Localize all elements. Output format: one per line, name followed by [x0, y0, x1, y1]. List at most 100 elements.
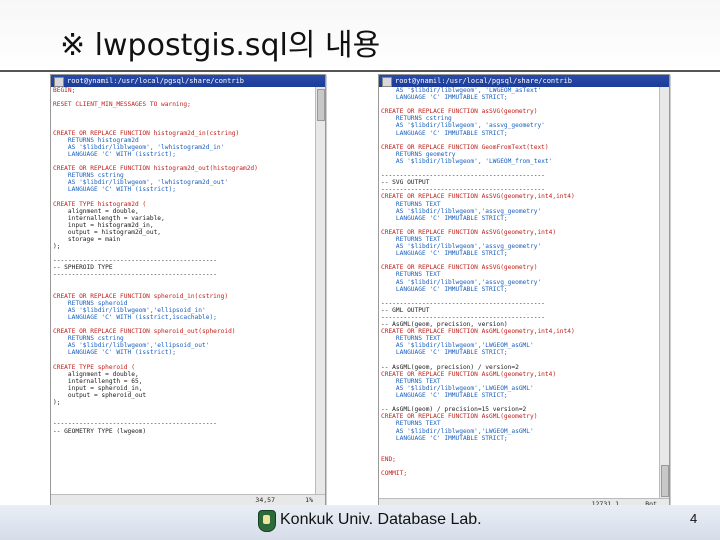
- code-line: RETURNS TEXT: [381, 420, 441, 428]
- slide-header: ※ lwpostgis.sql의 내용: [20, 6, 710, 68]
- code-line: CREATE OR REPLACE FUNCTION GeomFromText(…: [381, 143, 549, 151]
- code-line: CREATE OR REPLACE FUNCTION spheroid_in(c…: [53, 292, 229, 300]
- code-line: RETURNS cstring: [53, 335, 124, 343]
- code-line: ----------------------------------------…: [381, 314, 545, 321]
- code-line: AS '$libdir/liblwgeom', 'assvg_geometry': [381, 122, 545, 130]
- slide-title: ※ lwpostgis.sql의 내용: [60, 28, 381, 63]
- code-line: RETURNS histogram2d: [53, 136, 139, 144]
- code-line: internallength = variable,: [53, 214, 165, 222]
- left-terminal-status: 34,57 1%: [51, 494, 325, 505]
- code-line: LANGUAGE 'C' IMMUTABLE STRICT;: [381, 434, 508, 442]
- code-line: AS '$libdir/liblwgeom','ellipsoid_out': [53, 342, 210, 350]
- cursor-position: 34,57: [255, 496, 275, 504]
- title-divider: [0, 70, 720, 72]
- scroll-percent: 1%: [305, 496, 313, 504]
- code-line: AS '$libdir/liblwgeom', 'LWGEOM_asText': [381, 87, 542, 94]
- code-line: -- SVG OUTPUT: [381, 179, 430, 187]
- code-line: RETURNS TEXT: [381, 235, 441, 243]
- code-line: RETURNS spheroid: [53, 299, 128, 307]
- code-line: LANGUAGE 'C' IMMUTABLE STRICT;: [381, 392, 508, 400]
- right-terminal-title: root@ynamil:/usr/local/pgsql/share/contr…: [395, 77, 573, 85]
- code-line: AS '$libdir/liblwgeom','assvg_geometry': [381, 278, 542, 286]
- scrollbar-thumb[interactable]: [661, 465, 669, 497]
- left-terminal-title: root@ynamil:/usr/local/pgsql/share/contr…: [67, 77, 245, 85]
- code-line: input = spheroid_in,: [53, 384, 143, 392]
- code-line: RETURNS TEXT: [381, 335, 441, 343]
- code-line: RETURNS TEXT: [381, 271, 441, 279]
- code-line: CREATE OR REPLACE FUNCTION AsGML(geometr…: [381, 328, 575, 336]
- left-terminal-content[interactable]: BEGIN; RESET CLIENT_MIN_MESSAGES TO warn…: [51, 87, 316, 495]
- code-line: AS '$libdir/liblwgeom', 'LWGEOM_from_tex…: [381, 157, 553, 165]
- code-line: COMMIT;: [381, 470, 408, 478]
- code-line: CREATE OR REPLACE FUNCTION histogram2d_i…: [53, 129, 240, 137]
- right-terminal-window[interactable]: root@ynamil:/usr/local/pgsql/share/contr…: [378, 74, 670, 510]
- code-line: BEGIN;: [53, 87, 76, 94]
- left-terminal-window[interactable]: root@ynamil:/usr/local/pgsql/share/contr…: [50, 74, 326, 506]
- code-line: LANGUAGE 'C' IMMUTABLE STRICT;: [381, 349, 508, 357]
- code-line: ----------------------------------------…: [381, 299, 545, 307]
- code-line: RETURNS cstring: [53, 172, 124, 180]
- left-terminal-titlebar[interactable]: root@ynamil:/usr/local/pgsql/share/contr…: [51, 75, 325, 87]
- code-line: AS '$libdir/liblwgeom','LWGEOM_asGML': [381, 342, 534, 350]
- right-terminal-scrollbar[interactable]: [659, 87, 669, 499]
- code-line: AS '$libdir/liblwgeom', 'lwhistogram2d_o…: [53, 179, 229, 187]
- right-terminal-titlebar[interactable]: root@ynamil:/usr/local/pgsql/share/contr…: [379, 75, 669, 87]
- code-line: ----------------------------------------…: [381, 186, 545, 194]
- slide-footer: Konkuk Univ. Database Lab. 4: [0, 505, 720, 540]
- code-line: AS '$libdir/liblwgeom', 'lwhistogram2d_i…: [53, 143, 225, 151]
- terminal-icon: [382, 77, 392, 87]
- code-line: CREATE OR REPLACE FUNCTION spheroid_out(…: [53, 328, 236, 336]
- code-line: CREATE OR REPLACE FUNCTION AsSVG(geometr…: [381, 228, 557, 236]
- university-logo-icon: [258, 510, 276, 532]
- code-line: AS '$libdir/liblwgeom','assvg_geometry': [381, 207, 542, 215]
- code-line: CREATE OR REPLACE FUNCTION AsGML(geometr…: [381, 370, 557, 378]
- left-terminal-scrollbar[interactable]: [315, 87, 325, 495]
- code-line: LANGUAGE 'C' IMMUTABLE STRICT;: [381, 214, 508, 222]
- code-line: input = histogram2d_in,: [53, 221, 154, 229]
- code-line: RETURNS TEXT: [381, 200, 441, 208]
- code-line: LANGUAGE 'C' IMMUTABLE STRICT;: [381, 94, 508, 102]
- code-line: CREATE OR REPLACE FUNCTION AsSVG(geometr…: [381, 193, 575, 201]
- code-line: ----------------------------------------…: [53, 271, 217, 279]
- terminal-icon: [54, 77, 64, 87]
- code-line: LANGUAGE 'C' IMMUTABLE STRICT;: [381, 285, 508, 293]
- code-line: CREATE OR REPLACE FUNCTION asSVG(geometr…: [381, 108, 538, 116]
- code-line: LANGUAGE 'C' IMMUTABLE STRICT;: [381, 129, 508, 137]
- code-line: -- GML OUTPUT: [381, 306, 430, 314]
- right-terminal-content[interactable]: AS '$libdir/liblwgeom', 'LWGEOM_asText' …: [379, 87, 660, 499]
- code-line: LANGUAGE 'C' IMMUTABLE STRICT;: [381, 250, 508, 258]
- code-line: RETURNS geometry: [381, 150, 456, 158]
- code-line: output = histogram2d_out,: [53, 228, 162, 236]
- code-line: );: [53, 399, 61, 407]
- code-line: RETURNS TEXT: [381, 377, 441, 385]
- code-line: AS '$libdir/liblwgeom','ellipsoid_in': [53, 306, 206, 314]
- code-line: ----------------------------------------…: [53, 257, 217, 265]
- code-line: storage = main: [53, 235, 121, 243]
- scrollbar-thumb[interactable]: [317, 89, 325, 121]
- code-line: AS '$libdir/liblwgeom','LWGEOM_asGML': [381, 384, 534, 392]
- code-line: LANGUAGE 'C' WITH (isstrict,iscachable);: [53, 314, 217, 321]
- code-line: CREATE TYPE histogram2d (: [53, 200, 147, 208]
- code-line: LANGUAGE 'C' WITH (isstrict);: [53, 186, 176, 194]
- code-line: RETURNS cstring: [381, 115, 452, 123]
- code-line: CREATE OR REPLACE FUNCTION AsSVG(geometr…: [381, 264, 538, 272]
